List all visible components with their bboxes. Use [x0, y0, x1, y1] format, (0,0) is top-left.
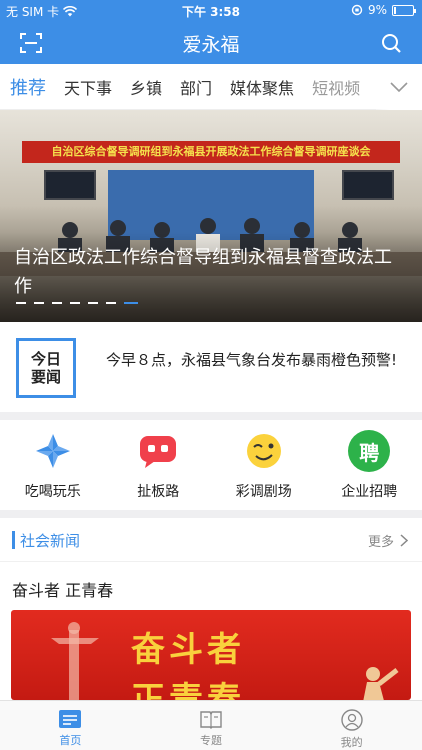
carousel-dot[interactable]: [88, 302, 98, 304]
shortcut-theater[interactable]: 彩调剧场: [211, 420, 317, 510]
tab-world[interactable]: 天下事: [64, 75, 112, 99]
monument-icon: [51, 622, 99, 700]
tab-departments[interactable]: 部门: [180, 75, 212, 99]
pinwheel-icon: [35, 434, 70, 468]
bottom-nav-home[interactable]: 首页: [0, 701, 141, 750]
carousel-dot[interactable]: [16, 302, 26, 304]
shortcut-grid: 吃喝玩乐 扯板路 彩调剧场 聘 企业招聘: [0, 420, 422, 510]
today-news-logo: 今日 要闻: [16, 338, 76, 398]
category-tabs: 推荐 天下事 乡镇 部门 媒体聚焦 短视频: [0, 64, 422, 110]
app-title: 爱永福: [182, 34, 240, 56]
section-title: 社会新闻: [20, 532, 81, 550]
today-news: 今日 要闻 今早８点，永福县气象台发布暴雨橙色预警!: [0, 322, 422, 412]
chevron-down-icon: [390, 82, 408, 93]
social-news-header: 社会新闻 更多: [0, 518, 422, 562]
article-image[interactable]: 奋斗者 正青春: [11, 610, 411, 700]
shortcut-recruit[interactable]: 聘 企业招聘: [317, 420, 422, 510]
battery-icon: [392, 4, 416, 16]
shortcut-recruit-label: 企业招聘: [341, 484, 398, 500]
chevron-right-icon: [400, 534, 408, 547]
tab-recommend[interactable]: 推荐: [10, 74, 46, 100]
bottom-nav-profile[interactable]: 我的: [281, 701, 422, 750]
article-title[interactable]: 奋斗者 正青春: [12, 577, 113, 601]
carousel-dot[interactable]: [52, 302, 62, 304]
tab-media-focus[interactable]: 媒体聚焦: [230, 75, 294, 99]
bottom-nav-topics[interactable]: 专题: [141, 701, 282, 750]
shortcut-food-fun[interactable]: 吃喝玩乐: [0, 420, 106, 510]
tab-short-video[interactable]: 短视频: [312, 75, 360, 99]
statue-icon: [363, 667, 399, 700]
banner-carousel[interactable]: 自治区综合督导调研组到永福县开展政法工作综合督导调研座谈会 自治区政法工作综合督…: [0, 110, 422, 322]
wink-face-icon: [246, 434, 281, 468]
search-icon[interactable]: [380, 32, 402, 54]
recruit-icon: 聘: [348, 430, 391, 472]
app-header: 爱永福: [0, 22, 422, 64]
section-divider: [0, 510, 422, 518]
carousel-dot[interactable]: [34, 302, 44, 304]
section-accent-bar: [12, 531, 15, 549]
carousel-dot[interactable]: [70, 302, 80, 304]
book-icon: [200, 711, 222, 729]
banner-screen-right: [342, 170, 394, 200]
orientation-lock-icon: [351, 4, 363, 16]
bottom-nav-home-label: 首页: [59, 734, 82, 747]
section-divider: [0, 412, 422, 420]
bottom-nav-profile-label: 我的: [340, 736, 363, 749]
chat-bubble-icon: [140, 436, 177, 468]
carousel-dot[interactable]: [124, 302, 138, 304]
today-news-logo-line2: 要闻: [30, 368, 61, 386]
battery-percent: 9%: [367, 3, 387, 17]
banner-sign: 自治区综合督导调研组到永福县开展政法工作综合督导调研座谈会: [22, 141, 400, 163]
banner-screen-left: [44, 170, 96, 200]
article-image-text-2: 正青春: [131, 680, 245, 700]
status-bar: 无 SIM 卡 下午 3:58 9%: [0, 0, 422, 22]
more-link[interactable]: 更多: [368, 531, 408, 550]
carousel-dots: [16, 302, 138, 304]
bottom-nav-topics-label: 专题: [200, 734, 222, 747]
shortcut-chat-label: 扯板路: [137, 484, 180, 500]
shortcut-food-fun-label: 吃喝玩乐: [24, 484, 81, 500]
profile-icon: [340, 709, 363, 731]
bottom-nav: 首页 专题 我的: [0, 700, 422, 750]
tab-towns[interactable]: 乡镇: [130, 75, 162, 99]
today-news-logo-line1: 今日: [30, 350, 61, 368]
carousel-dot[interactable]: [106, 302, 116, 304]
more-label: 更多: [367, 535, 394, 550]
today-news-text[interactable]: 今早８点，永福县气象台发布暴雨橙色预警!: [106, 348, 406, 372]
article-image-text-1: 奋斗者: [131, 630, 245, 670]
tabs-expand-button[interactable]: [376, 64, 422, 110]
recruit-icon-text: 聘: [359, 440, 380, 465]
home-news-icon: [59, 710, 82, 728]
shortcut-chat[interactable]: 扯板路: [106, 420, 212, 510]
shortcut-theater-label: 彩调剧场: [235, 484, 292, 500]
banner-title[interactable]: 自治区政法工作综合督导组到永福县督查政法工作: [14, 243, 404, 301]
